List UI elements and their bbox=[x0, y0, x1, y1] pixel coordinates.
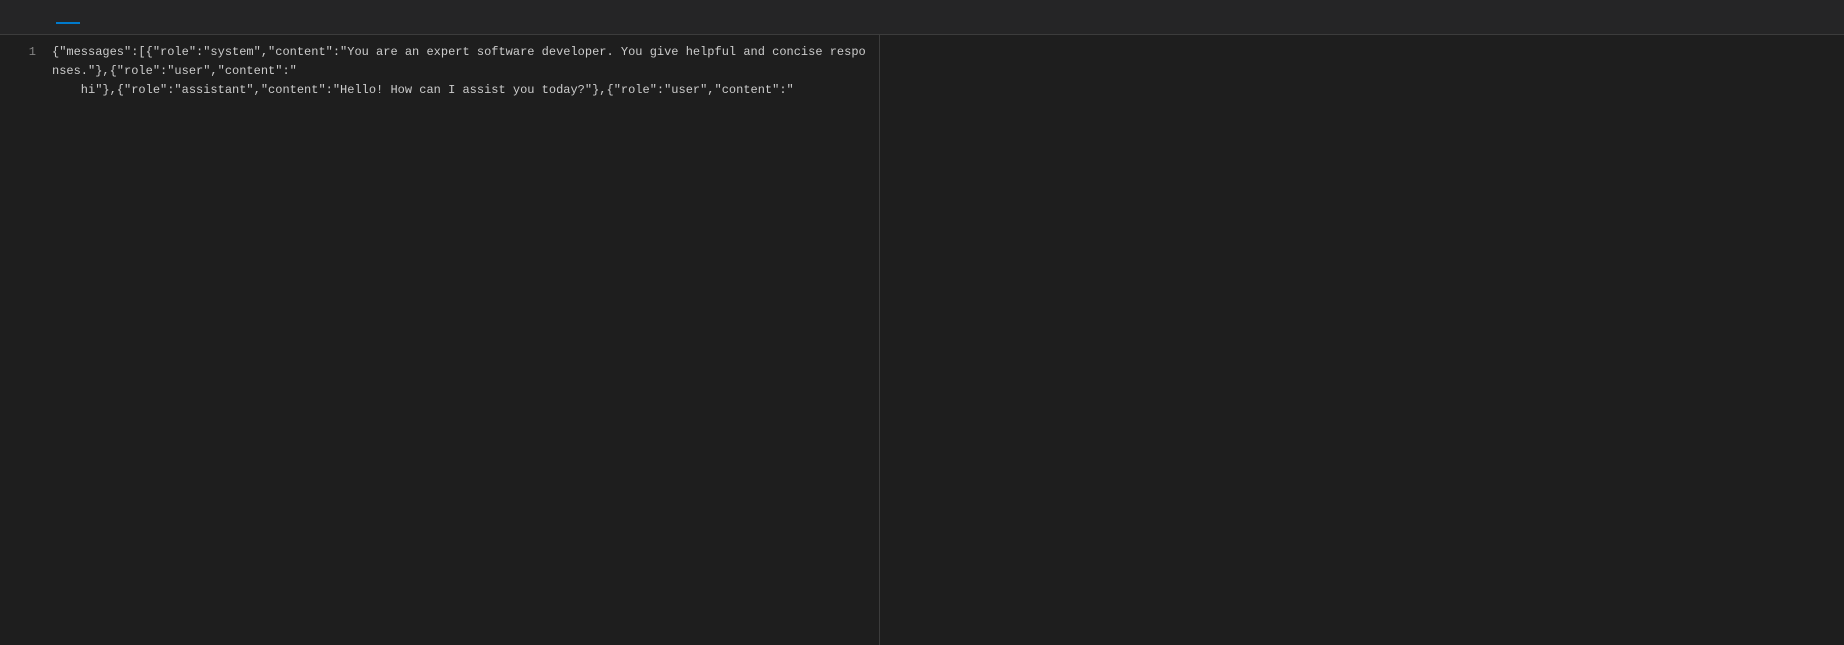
tab-contents[interactable] bbox=[32, 10, 56, 24]
tab-chart[interactable] bbox=[80, 10, 104, 24]
tab-notes[interactable] bbox=[104, 10, 128, 24]
code-content: 1 {"messages":[{"role":"system","content… bbox=[0, 35, 879, 109]
left-panel: 1 {"messages":[{"role":"system","content… bbox=[0, 35, 880, 645]
tab-summary[interactable] bbox=[56, 10, 80, 24]
main-layout: 1 {"messages":[{"role":"system","content… bbox=[0, 35, 1844, 645]
line-number: 1 bbox=[8, 43, 36, 62]
tab-bar bbox=[0, 0, 1844, 35]
line-text: {"messages":[{"role":"system","content":… bbox=[52, 43, 871, 101]
code-line-1: 1 {"messages":[{"role":"system","content… bbox=[0, 43, 879, 101]
tab-overview[interactable] bbox=[8, 10, 32, 24]
